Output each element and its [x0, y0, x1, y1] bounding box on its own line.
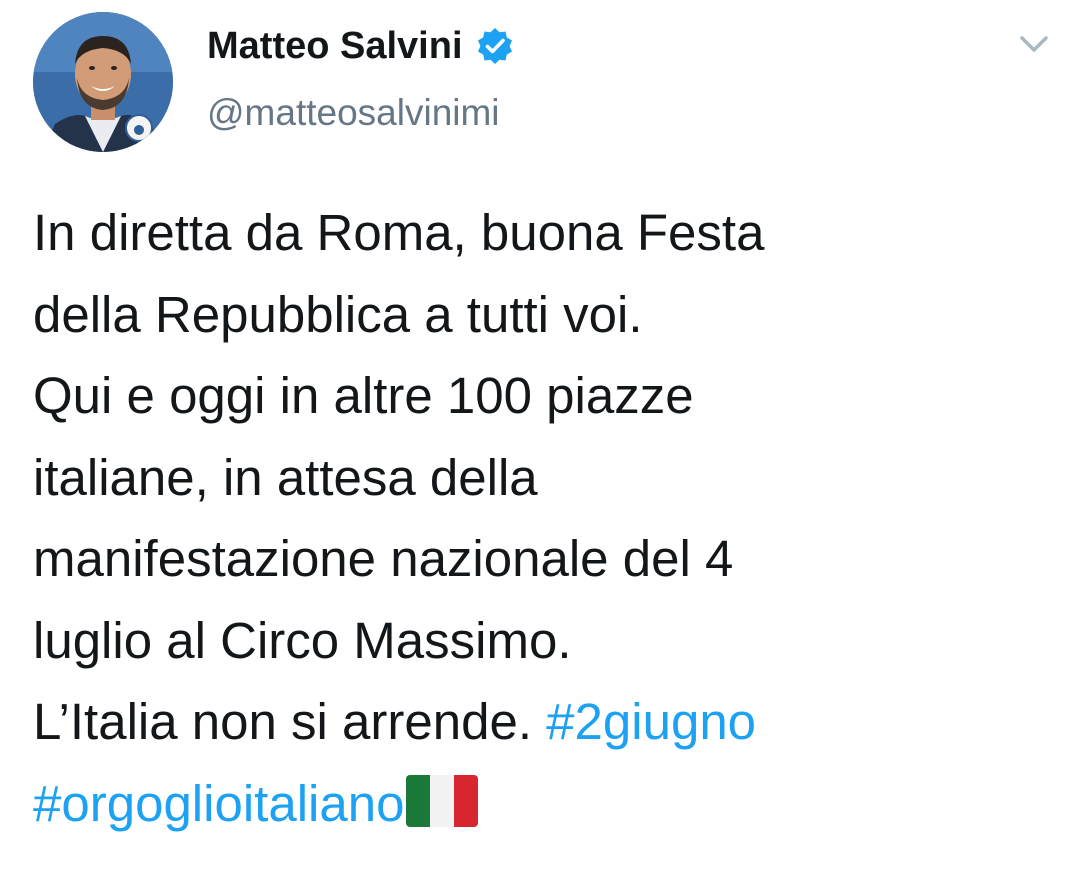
hashtag-link[interactable]: #2giugno — [546, 693, 756, 750]
tweet-text-line-with-hashtag: L’Italia non si arrende. #2giugno — [33, 681, 1053, 763]
tweet-text-line: della Repubblica a tutti voi. — [33, 285, 643, 343]
tweet-card: Matteo Salvini @matteosalvinimi In diret… — [0, 0, 1080, 873]
avatar-image — [33, 12, 173, 152]
avatar[interactable] — [33, 12, 173, 152]
display-name[interactable]: Matteo Salvini — [207, 25, 463, 68]
verified-badge-icon — [475, 26, 515, 66]
italy-flag-icon — [406, 774, 479, 827]
tweet-text-line: italiane, in attesa della — [33, 448, 538, 506]
tweet-text-line: L’Italia non si arrende. — [33, 693, 532, 750]
tweet-text-line: manifestazione nazionale del 4 — [33, 530, 734, 587]
hashtag-link[interactable]: #orgoglioitaliano — [33, 775, 404, 832]
tweet-text: In diretta da Roma, buona Festa della Re… — [33, 192, 1053, 844]
tweet-text-line: Qui e oggi in altre 100 piazze — [33, 367, 694, 424]
author-handle[interactable]: @matteosalvinimi — [207, 92, 500, 134]
chevron-down-icon[interactable] — [1014, 30, 1054, 60]
tweet-text-line: In diretta da Roma, buona Festa — [33, 204, 765, 261]
tweet-text-line: luglio al Circo Massimo. — [33, 611, 572, 669]
author-name-row[interactable]: Matteo Salvini — [207, 22, 515, 70]
tweet-text-line-with-hashtag: #orgoglioitaliano — [33, 763, 1053, 845]
